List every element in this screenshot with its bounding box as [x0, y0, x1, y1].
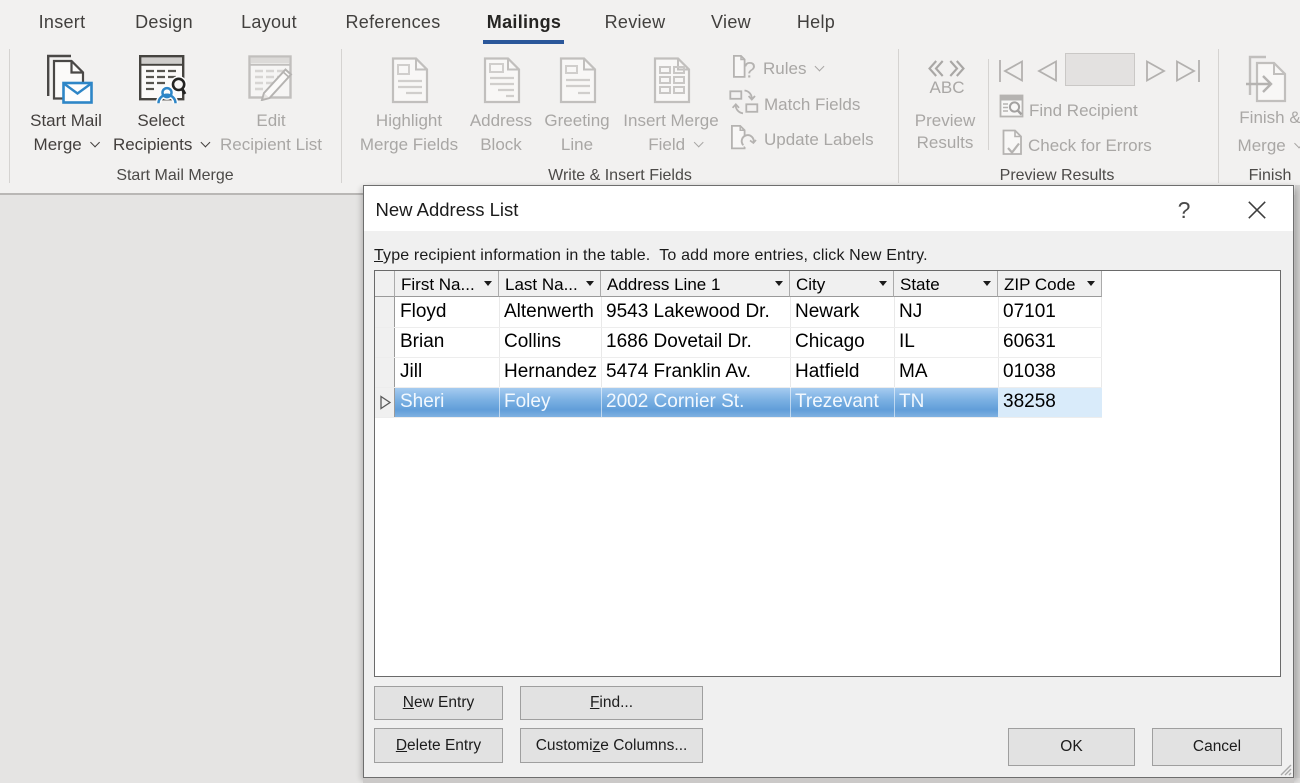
- svg-text:?: ?: [744, 58, 756, 80]
